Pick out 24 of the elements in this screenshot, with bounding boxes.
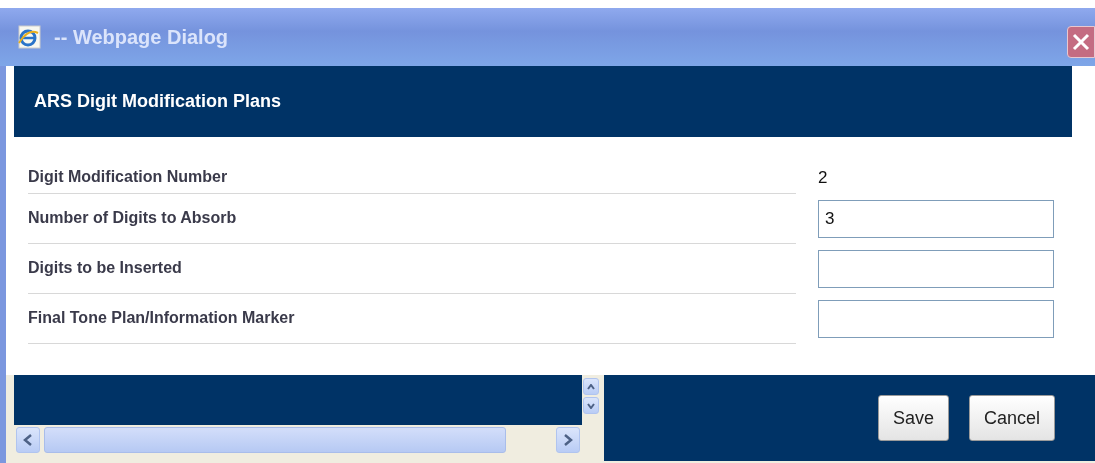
caret-up-icon: [587, 383, 595, 390]
input-field[interactable]: [818, 300, 1054, 338]
caret-down-icon: [587, 402, 595, 409]
chevron-right-icon: [563, 434, 573, 446]
chevron-left-icon: [23, 434, 33, 446]
window-title: -- Webpage Dialog: [54, 25, 229, 49]
field-value: 2: [818, 167, 829, 188]
dialog-button[interactable]: Cancel: [968, 395, 1055, 441]
input-field[interactable]: [818, 250, 1054, 288]
field-label: Final Tone Plan/Information Marker: [28, 294, 796, 344]
scrollbar-thumb[interactable]: [44, 427, 506, 453]
field-label: Digit Modification Number: [28, 161, 796, 194]
dialog-button[interactable]: Save: [877, 395, 949, 441]
scroll-down-button[interactable]: [583, 397, 599, 414]
close-button[interactable]: [1067, 26, 1095, 58]
scroll-right-button[interactable]: [556, 427, 580, 453]
field-label: Number of Digits to Absorb: [28, 194, 796, 244]
dialog-heading: ARS Digit Modification Plans: [34, 91, 281, 112]
scroll-up-button[interactable]: [583, 378, 599, 395]
close-icon: [1072, 33, 1090, 51]
browser-icon: [16, 24, 42, 50]
input-field[interactable]: 3: [818, 200, 1054, 238]
scroll-left-button[interactable]: [16, 427, 40, 453]
field-label: Digits to be Inserted: [28, 244, 796, 294]
